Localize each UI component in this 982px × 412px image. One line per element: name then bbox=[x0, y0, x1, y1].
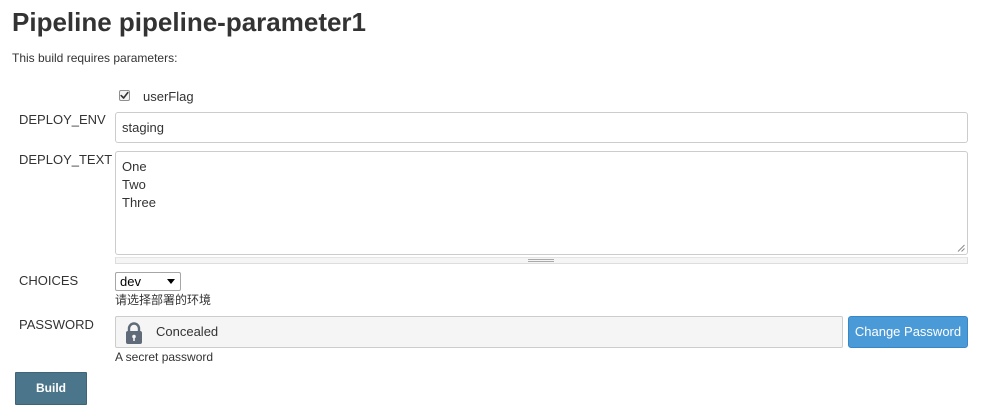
choices-select[interactable]: dev bbox=[115, 272, 181, 291]
choices-help-text: 请选择部署的环境 bbox=[115, 293, 212, 307]
page-subtitle: This build requires parameters: bbox=[12, 51, 178, 65]
password-help-text: A secret password bbox=[115, 350, 214, 364]
drag-grip-icon bbox=[528, 259, 554, 262]
resize-grip-icon[interactable] bbox=[957, 244, 965, 252]
password-label: PASSWORD bbox=[19, 317, 94, 332]
password-concealed-value: Concealed bbox=[156, 324, 219, 339]
choices-selected-value: dev bbox=[120, 274, 141, 289]
deploy-text-label: DEPLOY_TEXT bbox=[19, 152, 113, 167]
deploy-text-textarea[interactable]: One Two Three bbox=[115, 151, 968, 255]
choices-label: CHOICES bbox=[19, 273, 79, 288]
user-flag-row: userFlag bbox=[119, 87, 194, 104]
deploy-env-input[interactable]: staging bbox=[115, 112, 968, 143]
page-title: Pipeline pipeline-parameter1 bbox=[12, 7, 367, 37]
deploy-text-line: Three bbox=[122, 195, 156, 210]
build-with-parameters-page: Pipeline pipeline-parameter1 This build … bbox=[0, 0, 982, 412]
build-button[interactable]: Build bbox=[15, 372, 87, 405]
deploy-text-line: One bbox=[122, 159, 147, 174]
user-flag-checkbox[interactable] bbox=[119, 89, 130, 101]
deploy-env-label: DEPLOY_ENV bbox=[19, 112, 106, 127]
dropdown-arrow-icon bbox=[167, 279, 175, 284]
deploy-env-value: staging bbox=[122, 120, 164, 135]
lock-icon bbox=[126, 322, 142, 344]
deploy-text-line: Two bbox=[122, 177, 146, 192]
password-field: Concealed bbox=[115, 316, 843, 348]
user-flag-label: userFlag bbox=[143, 89, 194, 104]
check-icon bbox=[120, 91, 129, 99]
textarea-drag-handle[interactable] bbox=[115, 257, 968, 264]
change-password-button[interactable]: Change Password bbox=[848, 316, 968, 348]
